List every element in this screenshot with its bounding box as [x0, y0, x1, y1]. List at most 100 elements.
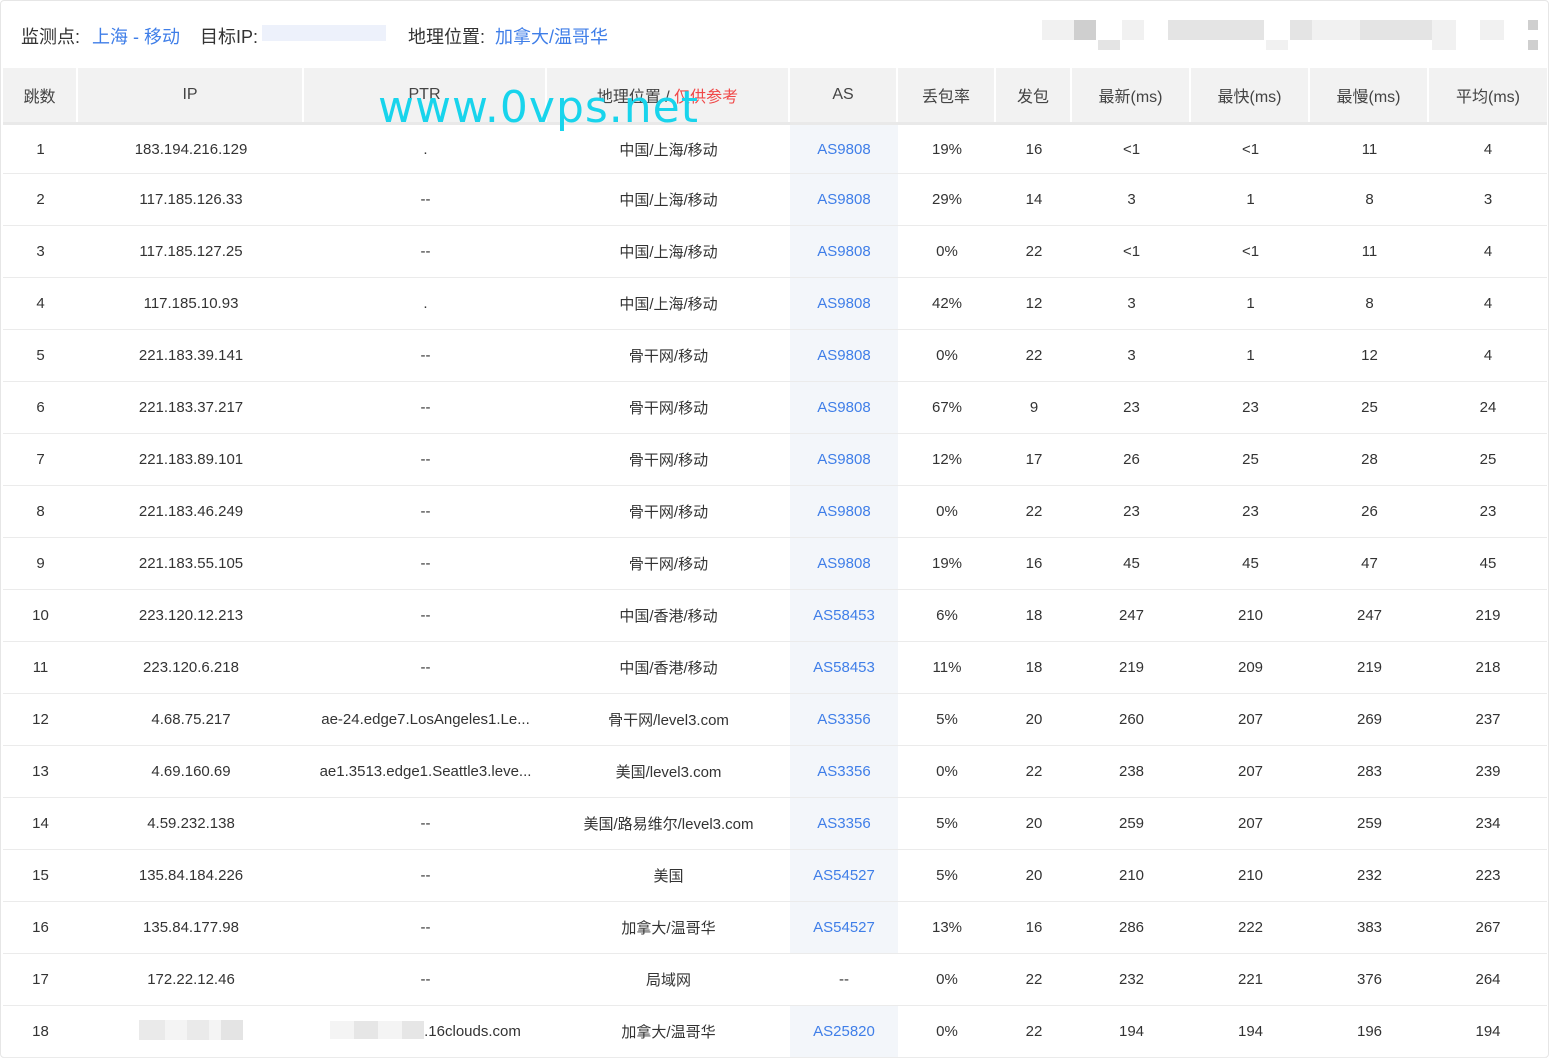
cell-loss: 42%	[898, 278, 996, 330]
cell-ptr: .16clouds.com	[304, 1006, 547, 1058]
cell-as[interactable]: AS9808	[790, 226, 898, 278]
cell-avg: 4	[1429, 226, 1547, 278]
cell-loss: 0%	[898, 954, 996, 1006]
target-ip-redacted	[262, 25, 386, 41]
monitor-value[interactable]: 上海 - 移动	[92, 23, 180, 49]
cell-avg: 267	[1429, 902, 1547, 954]
cell-as[interactable]: AS25820	[790, 1006, 898, 1058]
table-row: 15 135.84.184.226 -- 美国 AS54527 5% 20 210 210 232…	[3, 850, 1547, 902]
cell-sent: 16	[996, 122, 1072, 174]
cell-as[interactable]: AS54527	[790, 902, 898, 954]
table-row: 4 117.185.10.93. 中国/上海/移动 AS9808 42% 12 3 1 8 4	[3, 278, 1547, 330]
cell-loss: 0%	[898, 1006, 996, 1058]
cell-ptr: --	[304, 486, 547, 538]
cell-last: 286	[1072, 902, 1191, 954]
cell-loss: 6%	[898, 590, 996, 642]
cell-as[interactable]: AS9808	[790, 122, 898, 174]
table-header-row: 跳数 IP PTR 地理位置 / 仅供参考 AS 丢包率 发包 最新(ms) 最…	[3, 68, 1547, 122]
cell-geo: 骨干网/移动	[547, 538, 790, 590]
cell-ip: 117.185.127.25	[78, 226, 304, 278]
cell-avg: 24	[1429, 382, 1547, 434]
cell-avg: 223	[1429, 850, 1547, 902]
cell-best: 210	[1191, 590, 1310, 642]
table-row: 18.16clouds.com 加拿大/温哥华 AS25820 0% 22 194 194 1…	[3, 1006, 1547, 1058]
geo-value[interactable]: 加拿大/温哥华	[495, 23, 608, 49]
cell-ip: 221.183.89.101	[78, 434, 304, 486]
cell-last: 3	[1072, 330, 1191, 382]
cell-as[interactable]: AS54527	[790, 850, 898, 902]
cell-as[interactable]: AS9808	[790, 538, 898, 590]
cell-loss: 13%	[898, 902, 996, 954]
cell-ptr: --	[304, 330, 547, 382]
cell-hop: 7	[3, 434, 78, 486]
col-ip: IP	[78, 68, 304, 122]
cell-avg: 237	[1429, 694, 1547, 746]
cell-sent: 22	[996, 954, 1072, 1006]
cell-geo: 美国/level3.com	[547, 746, 790, 798]
cell-best: 207	[1191, 746, 1310, 798]
table-row: 12 4.68.75.217 ae-24.edge7.LosAngeles1.Le.…	[3, 694, 1547, 746]
cell-ptr: --	[304, 382, 547, 434]
cell-sent: 18	[996, 590, 1072, 642]
cell-last: 45	[1072, 538, 1191, 590]
cell-worst: 259	[1310, 798, 1429, 850]
cell-geo: 局域网	[547, 954, 790, 1006]
cell-best: 222	[1191, 902, 1310, 954]
cell-as[interactable]: AS3356	[790, 798, 898, 850]
cell-ptr: --	[304, 850, 547, 902]
cell-hop: 4	[3, 278, 78, 330]
col-as: AS	[790, 68, 898, 122]
cell-best: 210	[1191, 850, 1310, 902]
cell-ptr: ae-24.edge7.LosAngeles1.Le...	[304, 694, 547, 746]
cell-as[interactable]: AS3356	[790, 694, 898, 746]
cell-worst: 25	[1310, 382, 1429, 434]
cell-avg: 4	[1429, 330, 1547, 382]
cell-ip: 4.59.232.138	[78, 798, 304, 850]
traceroute-table: 跳数 IP PTR 地理位置 / 仅供参考 AS 丢包率 发包 最新(ms) 最…	[3, 68, 1547, 1058]
cell-ip: 221.183.37.217	[78, 382, 304, 434]
cell-geo: 加拿大/温哥华	[547, 902, 790, 954]
cell-as[interactable]: AS9808	[790, 434, 898, 486]
cell-geo: 骨干网/level3.com	[547, 694, 790, 746]
cell-as[interactable]: AS9808	[790, 174, 898, 226]
cell-geo: 美国/路易维尔/level3.com	[547, 798, 790, 850]
cell-ip	[78, 1006, 304, 1058]
cell-ptr: --	[304, 538, 547, 590]
cell-as: --	[790, 954, 898, 1006]
cell-as[interactable]: AS9808	[790, 330, 898, 382]
cell-worst: 12	[1310, 330, 1429, 382]
cell-ip: 223.120.6.218	[78, 642, 304, 694]
cell-as[interactable]: AS9808	[790, 382, 898, 434]
cell-as[interactable]: AS58453	[790, 590, 898, 642]
cell-loss: 5%	[898, 694, 996, 746]
cell-avg: 219	[1429, 590, 1547, 642]
cell-hop: 8	[3, 486, 78, 538]
cell-hop: 6	[3, 382, 78, 434]
cell-geo: 中国/上海/移动	[547, 122, 790, 174]
cell-geo: 中国/上海/移动	[547, 174, 790, 226]
cell-ptr: --	[304, 434, 547, 486]
cell-hop: 3	[3, 226, 78, 278]
cell-avg: 25	[1429, 434, 1547, 486]
cell-hop: 16	[3, 902, 78, 954]
cell-hop: 11	[3, 642, 78, 694]
cell-as[interactable]: AS9808	[790, 486, 898, 538]
cell-as[interactable]: AS9808	[790, 278, 898, 330]
cell-sent: 22	[996, 746, 1072, 798]
cell-sent: 22	[996, 1006, 1072, 1058]
cell-ip: 223.120.12.213	[78, 590, 304, 642]
cell-best: 45	[1191, 538, 1310, 590]
cell-as[interactable]: AS58453	[790, 642, 898, 694]
cell-best: 194	[1191, 1006, 1310, 1058]
cell-last: 3	[1072, 278, 1191, 330]
cell-ip: 221.183.46.249	[78, 486, 304, 538]
cell-worst: 383	[1310, 902, 1429, 954]
cell-as[interactable]: AS3356	[790, 746, 898, 798]
cell-worst: 11	[1310, 122, 1429, 174]
cell-geo: 美国	[547, 850, 790, 902]
cell-geo: 骨干网/移动	[547, 486, 790, 538]
table-row: 14 4.59.232.138 -- 美国/路易维尔/level3.com AS3356…	[3, 798, 1547, 850]
cell-worst: 26	[1310, 486, 1429, 538]
cell-loss: 0%	[898, 330, 996, 382]
cell-geo: 中国/香港/移动	[547, 590, 790, 642]
